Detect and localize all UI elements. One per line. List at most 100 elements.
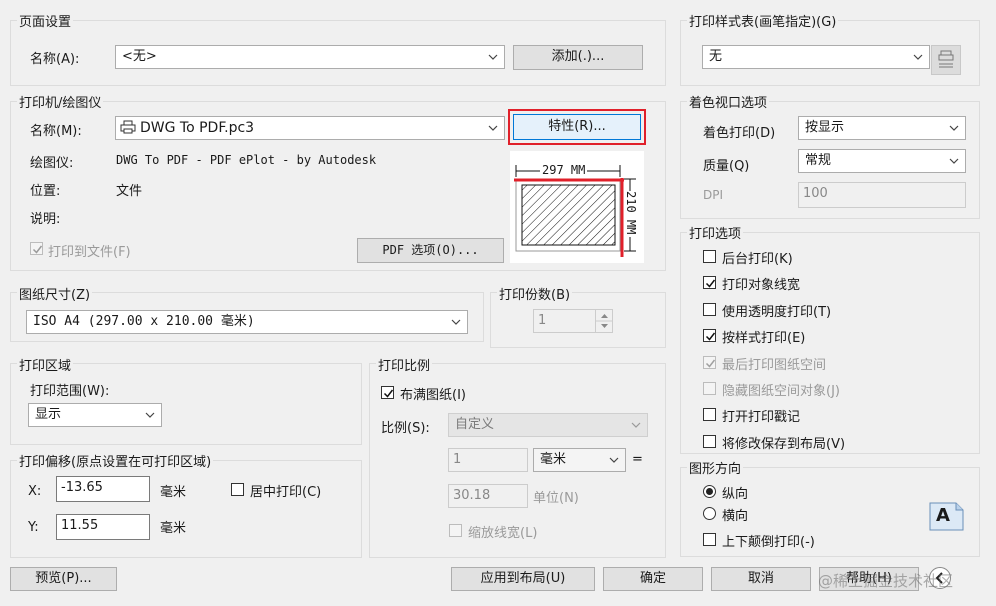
plot-offset-group	[10, 460, 362, 558]
paper-size-select[interactable]: ISO A4 (297.00 x 210.00 毫米)	[26, 310, 468, 334]
plot-range-value: 显示	[35, 407, 62, 422]
chevron-down-icon	[631, 414, 641, 436]
x-offset-value: -13.65	[61, 480, 103, 495]
scale-unit2-label: 单位(N)	[533, 491, 579, 506]
plot-option-label: 按样式打印(E)	[722, 331, 806, 346]
equals-sign: =	[632, 452, 643, 467]
plot-option-checkbox[interactable]	[703, 276, 716, 289]
scale-select[interactable]: 自定义	[448, 413, 648, 437]
shade-plot-select[interactable]: 按显示	[798, 116, 966, 140]
scale-lineweights-checkbox[interactable]	[449, 524, 462, 537]
chevron-down-icon	[949, 117, 959, 139]
printer-name-label: 名称(M):	[30, 124, 82, 139]
location-value: 文件	[116, 184, 143, 199]
scale-value2-input[interactable]: 30.18	[448, 484, 528, 508]
plot-option-checkbox[interactable]	[703, 382, 716, 395]
scale-value1: 1	[453, 452, 462, 467]
plot-style-select[interactable]: 无	[702, 45, 930, 69]
quality-label: 质量(Q)	[703, 159, 750, 174]
dpi-value: 100	[803, 186, 828, 201]
page-setup-name-select[interactable]: <无>	[115, 45, 505, 69]
printer-name-value: DWG To PDF.pc3	[140, 120, 255, 136]
paper-size-title: 图纸尺寸(Z)	[17, 284, 93, 303]
plot-range-select[interactable]: 显示	[28, 403, 162, 427]
shaded-viewport-title: 着色视口选项	[687, 92, 770, 111]
scale-unit-value: 毫米	[540, 452, 567, 467]
plot-option-label: 隐藏图纸空间对象(J)	[722, 384, 840, 399]
plot-range-label: 打印范围(W):	[30, 384, 110, 399]
printer-properties-button[interactable]: 特性(R)...	[513, 114, 641, 140]
plot-option-label: 打印对象线宽	[722, 278, 801, 293]
plotter-icon	[120, 120, 136, 134]
portrait-label: 纵向	[722, 487, 749, 502]
fit-to-paper-checkbox[interactable]	[381, 386, 394, 399]
chevron-down-icon	[913, 46, 923, 68]
plot-option-checkbox[interactable]	[703, 329, 716, 342]
plot-option-label: 打开打印戳记	[722, 410, 801, 425]
plot-option-label: 使用透明度打印(T)	[722, 305, 832, 320]
preview-height-label: 210 MM	[624, 191, 638, 237]
plot-option-checkbox[interactable]	[703, 435, 716, 448]
y-offset-input[interactable]: 11.55	[56, 514, 150, 540]
plot-style-title: 打印样式表(画笔指定)(G)	[687, 11, 839, 30]
chevron-down-icon	[488, 117, 498, 139]
portrait-radio[interactable]	[703, 485, 716, 498]
plotter-value: DWG To PDF - PDF ePlot - by Autodesk	[116, 153, 377, 167]
center-plot-label: 居中打印(C)	[250, 485, 322, 500]
dpi-input[interactable]: 100	[798, 182, 966, 208]
plot-area-title: 打印区域	[17, 355, 74, 374]
preview-width-label: 297 MM	[540, 163, 588, 177]
y-unit: 毫米	[160, 521, 187, 536]
chevron-down-icon	[949, 150, 959, 172]
copies-value: 1	[538, 313, 547, 328]
plot-option-checkbox[interactable]	[703, 303, 716, 316]
plot-to-file-checkbox[interactable]	[30, 242, 43, 255]
upside-down-checkbox[interactable]	[703, 533, 716, 546]
apply-to-layout-button[interactable]: 应用到布局(U)	[451, 567, 595, 591]
quality-value: 常规	[805, 153, 832, 168]
pdf-options-button[interactable]: PDF 选项(O)...	[357, 238, 504, 263]
plot-option-checkbox[interactable]	[703, 408, 716, 421]
plotter-label: 绘图仪:	[30, 156, 74, 171]
watermark-text: @稀土掘金技术社区	[818, 572, 954, 590]
add-page-setup-button[interactable]: 添加(.)...	[513, 45, 643, 70]
plot-to-file-label: 打印到文件(F)	[48, 245, 131, 260]
orientation-preview-icon: A	[926, 500, 966, 532]
printer-name-select[interactable]: DWG To PDF.pc3	[115, 116, 505, 140]
orientation-title: 图形方向	[687, 458, 744, 477]
plot-option-label: 最后打印图纸空间	[722, 358, 827, 373]
scale-unit-select[interactable]: 毫米	[533, 448, 626, 472]
dpi-label: DPI	[703, 188, 724, 202]
edit-plot-style-icon[interactable]	[931, 45, 961, 75]
quality-select[interactable]: 常规	[798, 149, 966, 173]
copies-title: 打印份数(B)	[497, 284, 573, 303]
shade-plot-value: 按显示	[805, 120, 845, 135]
scale-value1-input[interactable]: 1	[448, 448, 528, 472]
cancel-button[interactable]: 取消	[711, 567, 811, 591]
scale-label: 比例(S):	[381, 421, 430, 436]
page-setup-name-label: 名称(A):	[30, 52, 80, 67]
landscape-radio[interactable]	[703, 507, 716, 520]
shade-plot-label: 着色打印(D)	[703, 126, 776, 141]
landscape-label: 横向	[722, 509, 749, 524]
plot-options-title: 打印选项	[687, 223, 744, 242]
preview-button[interactable]: 预览(P)...	[10, 567, 117, 591]
x-label: X:	[28, 484, 42, 499]
scale-lineweights-label: 缩放线宽(L)	[468, 526, 538, 541]
center-plot-checkbox[interactable]	[231, 483, 244, 496]
plot-style-value: 无	[709, 49, 723, 64]
paper-preview: 297 MM 210 MM	[510, 151, 644, 263]
plot-scale-title: 打印比例	[376, 355, 433, 374]
description-label: 说明:	[30, 212, 61, 227]
x-offset-input[interactable]: -13.65	[56, 476, 150, 502]
plot-option-label: 后台打印(K)	[722, 252, 793, 267]
fit-to-paper-label: 布满图纸(I)	[400, 388, 466, 403]
plot-option-checkbox[interactable]	[703, 356, 716, 369]
location-label: 位置:	[30, 184, 61, 199]
plot-option-label: 将修改保存到布局(V)	[722, 437, 846, 452]
plot-option-checkbox[interactable]	[703, 250, 716, 263]
printer-title: 打印机/绘图仪	[17, 92, 104, 111]
plot-offset-title: 打印偏移(原点设置在可打印区域)	[17, 451, 214, 470]
copies-spinner[interactable]	[595, 310, 613, 332]
ok-button[interactable]: 确定	[603, 567, 703, 591]
